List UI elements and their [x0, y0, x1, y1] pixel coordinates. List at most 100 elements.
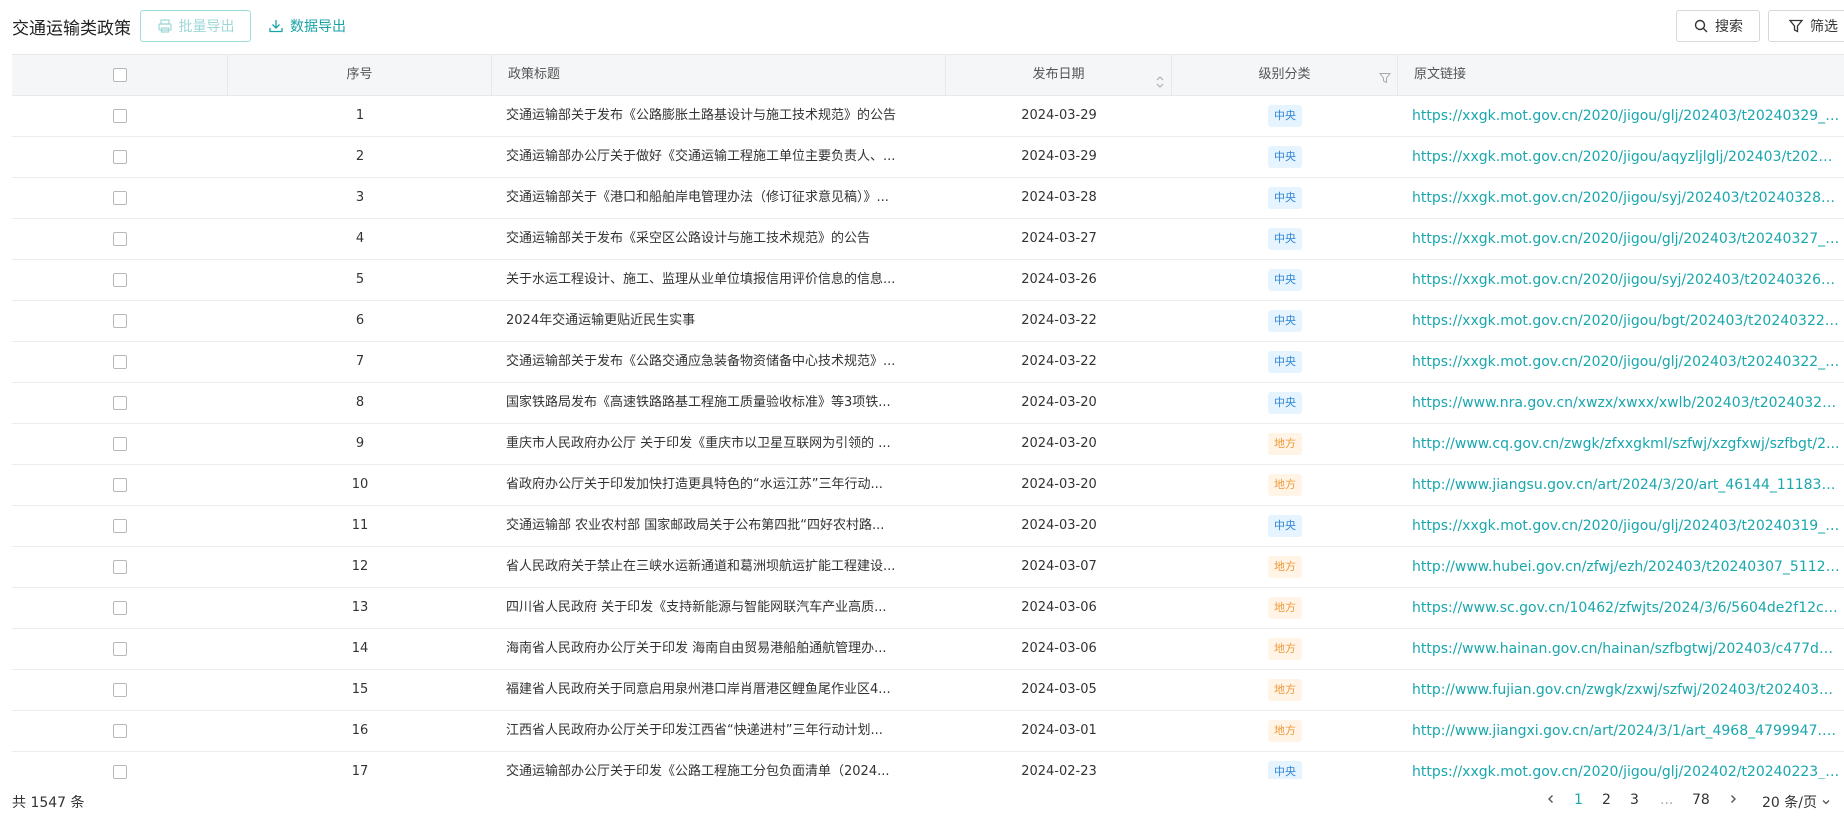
page-3[interactable]: 3 — [1630, 792, 1639, 808]
row-level-cell: 地方 — [1172, 711, 1398, 751]
row-select-cell — [12, 219, 228, 259]
row-link[interactable]: http://www.fujian.gov.cn/zwgk/zxwj/szfwj… — [1398, 670, 1844, 710]
row-select-cell — [12, 465, 228, 505]
table-row: 13 四川省人民政府 关于印发《支持新能源与智能网联汽车产业高质... 2024… — [12, 588, 1844, 629]
row-title: 四川省人民政府 关于印发《支持新能源与智能网联汽车产业高质... — [506, 600, 887, 615]
row-checkbox[interactable] — [113, 313, 127, 328]
level-badge: 中央 — [1268, 391, 1302, 414]
row-index: 16 — [351, 723, 369, 738]
row-link[interactable]: http://www.jiangsu.gov.cn/art/2024/3/20/… — [1398, 465, 1844, 505]
row-date: 2024-03-22 — [1021, 354, 1097, 369]
row-checkbox[interactable] — [113, 518, 127, 533]
level-badge: 地方 — [1268, 719, 1302, 742]
row-date: 2024-02-23 — [1021, 764, 1097, 779]
row-date: 2024-03-26 — [1021, 272, 1097, 287]
row-level-cell: 地方 — [1172, 547, 1398, 587]
page-2[interactable]: 2 — [1602, 792, 1611, 808]
row-select-cell — [12, 752, 228, 779]
row-checkbox[interactable] — [113, 108, 127, 123]
table-row: 16 江西省人民政府办公厅关于印发江西省“快递进村”三年行动计划... 2024… — [12, 711, 1844, 752]
level-badge: 地方 — [1268, 596, 1302, 619]
row-title: 交通运输部关于《港口和船舶岸电管理办法（修订征求意见稿）》... — [506, 190, 889, 205]
row-link[interactable]: https://xxgk.mot.gov.cn/2020/jigou/glj/2… — [1398, 506, 1844, 546]
row-link[interactable]: http://www.cq.gov.cn/zwgk/zfxxgkml/szfwj… — [1398, 424, 1844, 464]
row-date: 2024-03-06 — [1021, 641, 1097, 656]
filter-button[interactable]: 筛选 — [1768, 10, 1844, 42]
data-export-label: 数据导出 — [290, 19, 346, 35]
level-badge: 地方 — [1268, 432, 1302, 455]
row-select-cell — [12, 383, 228, 423]
prev-page-icon[interactable] — [1546, 792, 1556, 808]
row-checkbox[interactable] — [113, 436, 127, 451]
row-index: 9 — [355, 436, 365, 451]
row-checkbox[interactable] — [113, 149, 127, 164]
row-checkbox[interactable] — [113, 559, 127, 574]
column-filter-icon[interactable] — [1378, 61, 1392, 84]
level-badge: 中央 — [1268, 227, 1302, 250]
row-index: 13 — [351, 600, 369, 615]
header-date[interactable]: 发布日期 — [946, 55, 1172, 95]
row-checkbox[interactable] — [113, 395, 127, 410]
row-link[interactable]: https://www.nra.gov.cn/xwzx/xwxx/xwlb/20… — [1398, 383, 1844, 423]
batch-export-label: 批量导出 — [178, 19, 235, 35]
row-title: 交通运输部办公厅关于做好《交通运输工程施工单位主要负责人、... — [506, 149, 896, 164]
page-78[interactable]: 78 — [1692, 792, 1710, 808]
row-checkbox[interactable] — [113, 682, 127, 697]
row-date: 2024-03-06 — [1021, 600, 1097, 615]
row-date: 2024-03-20 — [1021, 518, 1097, 533]
row-index: 4 — [355, 231, 365, 246]
page-1[interactable]: 1 — [1574, 792, 1583, 808]
row-link[interactable]: https://xxgk.mot.gov.cn/2020/jigou/glj/2… — [1398, 342, 1844, 382]
row-link[interactable]: https://xxgk.mot.gov.cn/2020/jigou/syj/2… — [1398, 178, 1844, 218]
data-export-button[interactable]: 数据导出 — [268, 10, 368, 42]
row-checkbox[interactable] — [113, 190, 127, 205]
row-link[interactable]: https://xxgk.mot.gov.cn/2020/jigou/bgt/2… — [1398, 301, 1844, 341]
table-row: 3 交通运输部关于《港口和船舶岸电管理办法（修订征求意见稿）》... 2024-… — [12, 178, 1844, 219]
row-select-cell — [12, 547, 228, 587]
row-link[interactable]: https://xxgk.mot.gov.cn/2020/jigou/glj/2… — [1398, 219, 1844, 259]
row-index: 2 — [355, 149, 365, 164]
row-checkbox[interactable] — [113, 723, 127, 738]
row-checkbox[interactable] — [113, 764, 127, 779]
row-title: 2024年交通运输更贴近民生实事 — [506, 313, 696, 328]
row-link[interactable]: https://www.sc.gov.cn/10462/zfwjts/2024/… — [1398, 588, 1844, 628]
table-header: 序号 政策标题 发布日期 级别分类 原文链接 — [12, 55, 1844, 96]
page-size-select[interactable]: 20 条/页 — [1762, 792, 1831, 812]
level-badge: 中央 — [1268, 309, 1302, 332]
sort-icon[interactable] — [1155, 67, 1165, 88]
row-checkbox[interactable] — [113, 354, 127, 369]
row-select-cell — [12, 96, 228, 136]
row-link[interactable]: https://xxgk.mot.gov.cn/2020/jigou/aqyzl… — [1398, 137, 1844, 177]
search-button[interactable]: 搜索 — [1676, 10, 1760, 42]
row-title: 福建省人民政府关于同意启用泉州港口岸肖厝港区鲤鱼尾作业区4... — [506, 682, 891, 697]
row-link[interactable]: http://www.jiangxi.gov.cn/art/2024/3/1/a… — [1398, 711, 1844, 751]
page-ellipsis[interactable]: ... — [1660, 792, 1673, 808]
row-link[interactable]: http://www.hubei.gov.cn/zfwj/ezh/202403/… — [1398, 547, 1844, 587]
row-date: 2024-03-29 — [1021, 108, 1097, 123]
row-checkbox[interactable] — [113, 477, 127, 492]
header-title: 政策标题 — [492, 55, 946, 95]
row-checkbox[interactable] — [113, 272, 127, 287]
row-level-cell: 中央 — [1172, 260, 1398, 300]
page-title: 交通运输类政策 — [12, 19, 131, 39]
header-level[interactable]: 级别分类 — [1172, 55, 1398, 95]
row-level-cell: 中央 — [1172, 96, 1398, 136]
row-link[interactable]: https://xxgk.mot.gov.cn/2020/jigou/syj/2… — [1398, 260, 1844, 300]
row-index: 3 — [355, 190, 365, 205]
row-link[interactable]: https://xxgk.mot.gov.cn/2020/jigou/glj/2… — [1398, 96, 1844, 136]
batch-export-button[interactable]: 批量导出 — [140, 10, 251, 42]
row-level-cell: 地方 — [1172, 588, 1398, 628]
table-row: 8 国家铁路局发布《高速铁路路基工程施工质量验收标准》等3项铁... 2024-… — [12, 383, 1844, 424]
row-index: 17 — [351, 764, 369, 779]
select-all-checkbox[interactable] — [112, 67, 127, 82]
table-row: 7 交通运输部关于发布《公路交通应急装备物资储备中心技术规范》... 2024-… — [12, 342, 1844, 383]
row-checkbox[interactable] — [113, 641, 127, 656]
next-page-icon[interactable] — [1728, 792, 1738, 808]
row-checkbox[interactable] — [113, 231, 127, 246]
row-select-cell — [12, 711, 228, 751]
row-link[interactable]: https://xxgk.mot.gov.cn/2020/jigou/glj/2… — [1398, 752, 1844, 779]
row-link[interactable]: https://www.hainan.gov.cn/hainan/szfbgtw… — [1398, 629, 1844, 669]
table-row: 11 交通运输部 农业农村部 国家邮政局关于公布第四批“四好农村路... 202… — [12, 506, 1844, 547]
row-select-cell — [12, 301, 228, 341]
row-checkbox[interactable] — [113, 600, 127, 615]
